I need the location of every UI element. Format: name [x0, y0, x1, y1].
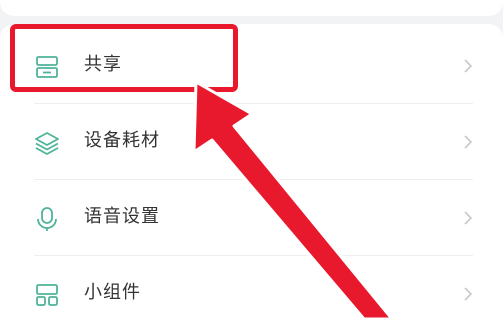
- previous-section-card: [0, 0, 503, 16]
- menu-item-label: 设备耗材: [84, 130, 160, 151]
- menu-item-label: 共享: [84, 54, 122, 75]
- widget-icon: [36, 284, 58, 306]
- menu-item-label: 小组件: [84, 282, 141, 303]
- menu-item-voice-settings[interactable]: 语音设置: [0, 180, 503, 256]
- share-box-icon: [36, 56, 58, 78]
- chevron-right-icon: [464, 59, 473, 73]
- chevron-right-icon: [464, 135, 473, 149]
- settings-screen: 共享 设备耗材 语音设置 小组件: [0, 0, 503, 319]
- settings-menu-card: 共享 设备耗材 语音设置 小组件: [0, 24, 503, 319]
- microphone-icon: [37, 207, 57, 231]
- layers-icon: [35, 132, 59, 155]
- menu-item-widgets[interactable]: 小组件: [0, 256, 503, 319]
- chevron-right-icon: [464, 211, 473, 225]
- menu-item-device-consumables[interactable]: 设备耗材: [0, 104, 503, 180]
- menu-item-label: 语音设置: [84, 206, 160, 227]
- chevron-right-icon: [464, 287, 473, 301]
- menu-item-share[interactable]: 共享: [0, 28, 503, 104]
